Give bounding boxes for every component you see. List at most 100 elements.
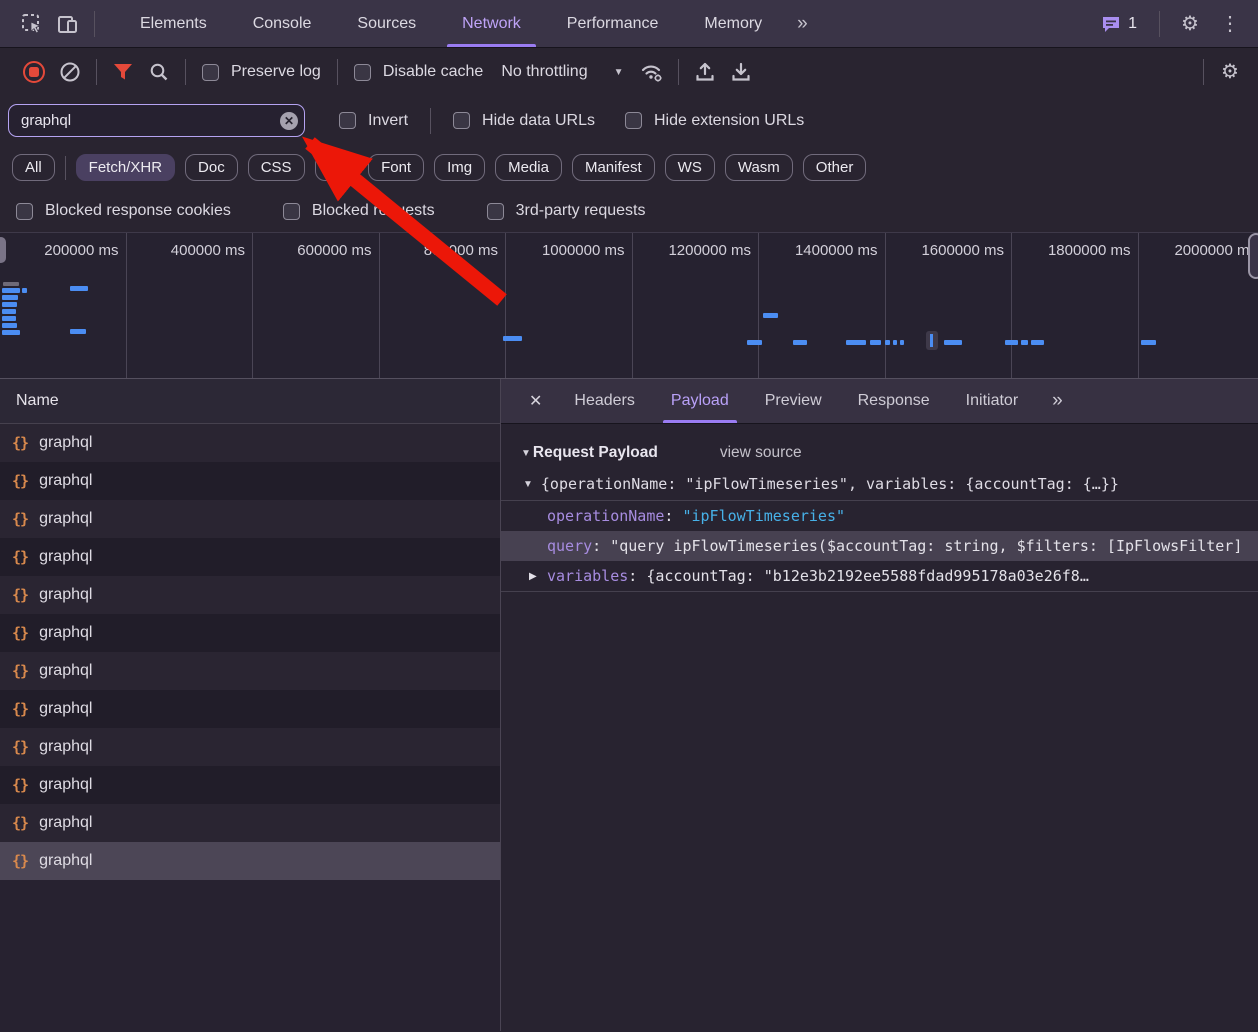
payload-value: "query ipFlowTimeseries($accountTag: str… [610, 537, 1242, 555]
chip-css[interactable]: CSS [248, 154, 305, 181]
close-details-icon[interactable]: ✕ [515, 379, 556, 423]
tab-elements[interactable]: Elements [117, 0, 230, 47]
table-row[interactable]: {}graphql [0, 766, 500, 804]
table-row[interactable]: {} graphql [0, 576, 500, 614]
payload-entry-text: operationName: "ipFlowTimeseries" [547, 507, 845, 525]
table-row[interactable]: {}graphql [0, 538, 500, 576]
checkbox [283, 203, 300, 220]
timeline-right-grip[interactable] [1248, 233, 1258, 279]
request-bar [503, 336, 522, 341]
request-name: graphql [39, 586, 92, 604]
chip-fetch-xhr[interactable]: Fetch/XHR [76, 154, 175, 181]
network-overview-timeline[interactable]: 200000 ms400000 ms600000 ms800000 ms1000… [0, 232, 1258, 379]
chip-other[interactable]: Other [803, 154, 867, 181]
chip-font[interactable]: Font [368, 154, 424, 181]
filter-funnel-icon[interactable] [105, 54, 141, 90]
chip-doc[interactable]: Doc [185, 154, 238, 181]
payload-root-node[interactable]: ▼ {operationName: "ipFlowTimeseries", va… [501, 468, 1258, 500]
tab-memory[interactable]: Memory [681, 0, 785, 47]
throttling-select[interactable]: No throttling ▼ [501, 63, 623, 81]
tab-initiator[interactable]: Initiator [948, 379, 1036, 423]
table-row[interactable]: {}graphql [0, 842, 500, 880]
hide-extension-urls-label: Hide extension URLs [654, 112, 804, 130]
payload-value: "ipFlowTimeseries" [682, 507, 845, 525]
table-row[interactable]: {}graphql [0, 690, 500, 728]
chevron-down-icon: ▼ [614, 67, 624, 78]
settings-gear-icon[interactable]: ⚙ [1172, 6, 1208, 42]
clear-filter-icon[interactable]: ✕ [280, 112, 298, 130]
hide-extension-urls-checkbox[interactable]: Hide extension URLs [617, 112, 812, 130]
issues-count: 1 [1128, 15, 1137, 33]
table-row[interactable]: {}graphql [0, 728, 500, 766]
tab-network[interactable]: Network [439, 0, 544, 47]
more-panels-icon[interactable]: » [785, 13, 818, 35]
filter-checkbox-3rd-party-requests[interactable]: 3rd-party requests [479, 202, 654, 220]
filter-checkbox-blocked-response-cookies[interactable]: Blocked response cookies [8, 202, 239, 220]
clear-network-log-icon[interactable] [52, 54, 88, 90]
devtools-top-bar: ElementsConsoleSourcesNetworkPerformance… [0, 0, 1258, 48]
payload-root-preview: {operationName: "ipFlowTimeseries", vari… [541, 475, 1119, 493]
filter-checkbox-blocked-requests[interactable]: Blocked requests [275, 202, 443, 220]
tab-headers[interactable]: Headers [556, 379, 652, 423]
payload-entry-query[interactable]: query: "query ipFlowTimeseries($accountT… [501, 531, 1258, 561]
json-icon: {} [12, 586, 28, 604]
kebab-menu-icon[interactable]: ⋮ [1212, 6, 1248, 42]
import-har-icon[interactable] [687, 54, 723, 90]
payload-entry-variables[interactable]: ▶variables: {accountTag: "b12e3b2192ee55… [501, 561, 1258, 591]
chip-js[interactable]: JS [315, 154, 359, 181]
expand-triangle-icon[interactable]: ▶ [529, 571, 537, 582]
export-har-icon[interactable] [723, 54, 759, 90]
device-toolbar-icon[interactable] [50, 6, 86, 42]
tab-preview[interactable]: Preview [747, 379, 840, 423]
table-row[interactable]: {}graphql [0, 462, 500, 500]
table-row[interactable]: {}graphql [0, 500, 500, 538]
divider [1203, 59, 1204, 85]
checkbox [202, 64, 219, 81]
table-row[interactable]: {} graphql [0, 652, 500, 690]
payload-entries: operationName: "ipFlowTimeseries" query: … [501, 500, 1258, 592]
name-column-header[interactable]: Name [0, 379, 500, 424]
preserve-log-checkbox[interactable]: Preserve log [194, 63, 329, 81]
collapse-triangle-icon: ▼ [523, 479, 533, 490]
tab-payload[interactable]: Payload [653, 379, 747, 423]
view-source-link[interactable]: view source [720, 444, 802, 462]
inspect-element-icon[interactable] [14, 6, 50, 42]
request-name: graphql [39, 776, 92, 794]
request-name: graphql [39, 662, 92, 680]
tab-response[interactable]: Response [840, 379, 948, 423]
tab-sources[interactable]: Sources [334, 0, 439, 47]
message-bubble-icon [1101, 14, 1121, 34]
invert-checkbox[interactable]: Invert [331, 112, 416, 130]
chip-media[interactable]: Media [495, 154, 562, 181]
disable-cache-checkbox[interactable]: Disable cache [346, 63, 492, 81]
table-row[interactable]: {}graphql [0, 614, 500, 652]
record-network-log-icon[interactable] [16, 54, 52, 90]
table-row[interactable]: {}graphql [0, 424, 500, 462]
tab-performance[interactable]: Performance [544, 0, 682, 47]
network-conditions-icon[interactable] [634, 54, 670, 90]
timeline-left-grip[interactable] [0, 237, 6, 263]
chip-ws[interactable]: WS [665, 154, 715, 181]
request-list-pane: Name {}graphql{}graphql{}graphql{}graphq… [0, 379, 501, 1031]
timeline-tick: 1200000 ms [633, 233, 760, 378]
collapse-triangle-icon[interactable]: ▼ [521, 448, 531, 459]
filter-checkbox-label: 3rd-party requests [516, 202, 646, 220]
chip-img[interactable]: Img [434, 154, 485, 181]
json-icon: {} [12, 662, 28, 680]
chip-all[interactable]: All [12, 154, 55, 181]
search-icon[interactable] [141, 54, 177, 90]
table-row[interactable]: {}graphql [0, 804, 500, 842]
filter-row: ✕ Invert Hide data URLs Hide extension U… [0, 96, 1258, 145]
timeline-tick: 1600000 ms [886, 233, 1013, 378]
filter-input[interactable] [8, 104, 305, 137]
network-settings-gear-icon[interactable]: ⚙ [1212, 54, 1248, 90]
chip-wasm[interactable]: Wasm [725, 154, 793, 181]
hide-data-urls-checkbox[interactable]: Hide data URLs [445, 112, 603, 130]
chip-manifest[interactable]: Manifest [572, 154, 655, 181]
main-tabs: ElementsConsoleSourcesNetworkPerformance… [117, 0, 785, 47]
tab-console[interactable]: Console [230, 0, 335, 47]
more-details-tabs-icon[interactable]: » [1036, 379, 1077, 423]
request-bar [3, 282, 19, 286]
payload-entry-operationName[interactable]: operationName: "ipFlowTimeseries" [501, 501, 1258, 531]
issues-button[interactable]: 1 [1091, 14, 1147, 34]
